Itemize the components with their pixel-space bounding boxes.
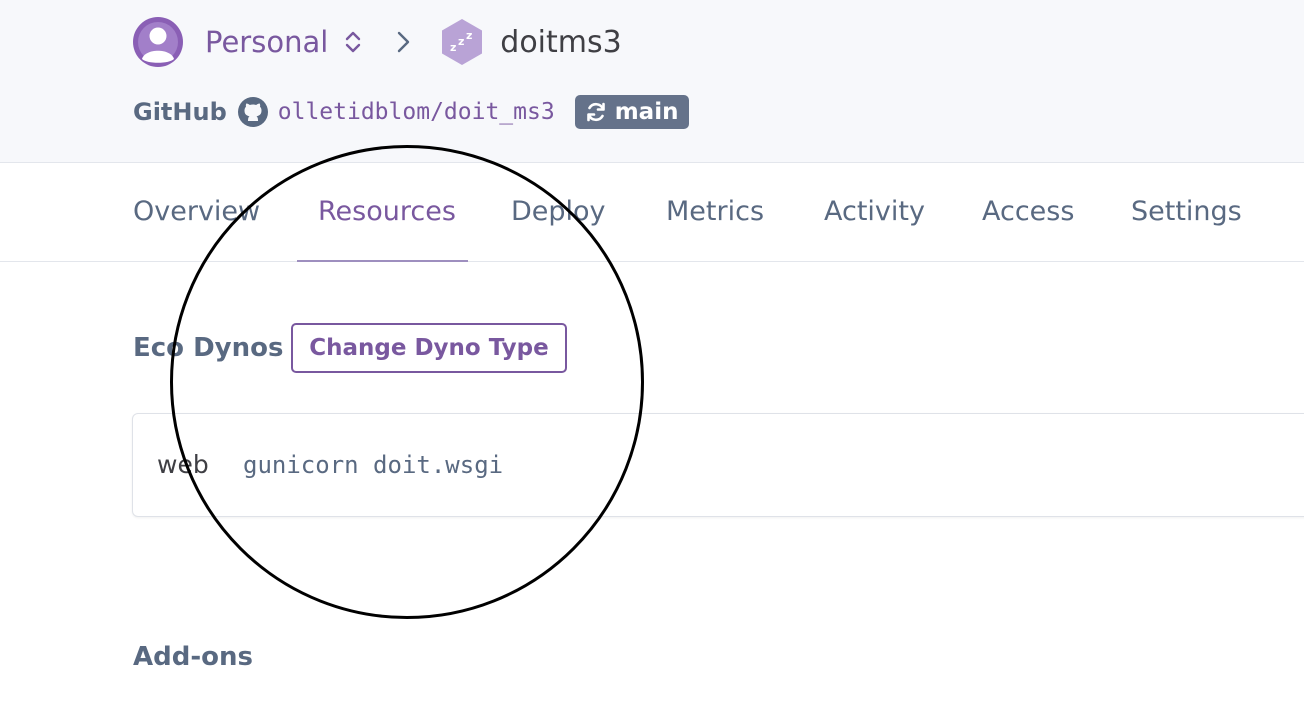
change-dyno-type-button[interactable]: Change Dyno Type [291,323,567,373]
chevron-up-down-icon[interactable] [344,27,362,57]
sync-icon [586,102,605,122]
github-icon [237,97,268,127]
tab-overview[interactable]: Overview [133,163,260,261]
tab-access[interactable]: Access [982,163,1074,261]
source-label: GitHub [133,98,227,126]
branch-name: main [614,99,679,125]
svg-text:z: z [450,41,456,54]
tab-deploy[interactable]: Deploy [511,163,606,261]
app-header: Personal z z z doitms3 GitHub olletidblo… [0,0,1304,163]
user-avatar-icon[interactable] [133,17,183,67]
svg-text:z: z [458,35,464,48]
tab-resources[interactable]: Resources [318,163,456,261]
branch-badge: main [574,95,690,129]
dyno-process-type: web [157,450,209,479]
tab-settings[interactable]: Settings [1131,163,1242,261]
addons-section-title: Add-ons [133,642,253,672]
dyno-row: web gunicorn doit.wsgi [132,413,1304,517]
org-switcher-label[interactable]: Personal [205,25,328,59]
sleeping-app-icon: z z z [442,19,483,65]
app-tabs: Overview Resources Deploy Metrics Activi… [0,163,1304,262]
app-name[interactable]: doitms3 [500,25,621,60]
chevron-right-icon [398,31,410,53]
dyno-command: gunicorn doit.wsgi [243,451,504,479]
breadcrumb: Personal z z z doitms3 [133,17,622,67]
svg-text:z: z [466,29,472,42]
tab-activity[interactable]: Activity [824,163,925,261]
repo-link[interactable]: olletidblom/doit_ms3 [278,99,555,125]
deploy-source: GitHub olletidblom/doit_ms3 main [133,93,690,131]
active-tab-indicator [297,260,468,262]
tab-metrics[interactable]: Metrics [666,163,764,261]
dynos-section-title: Eco Dynos [133,333,284,363]
